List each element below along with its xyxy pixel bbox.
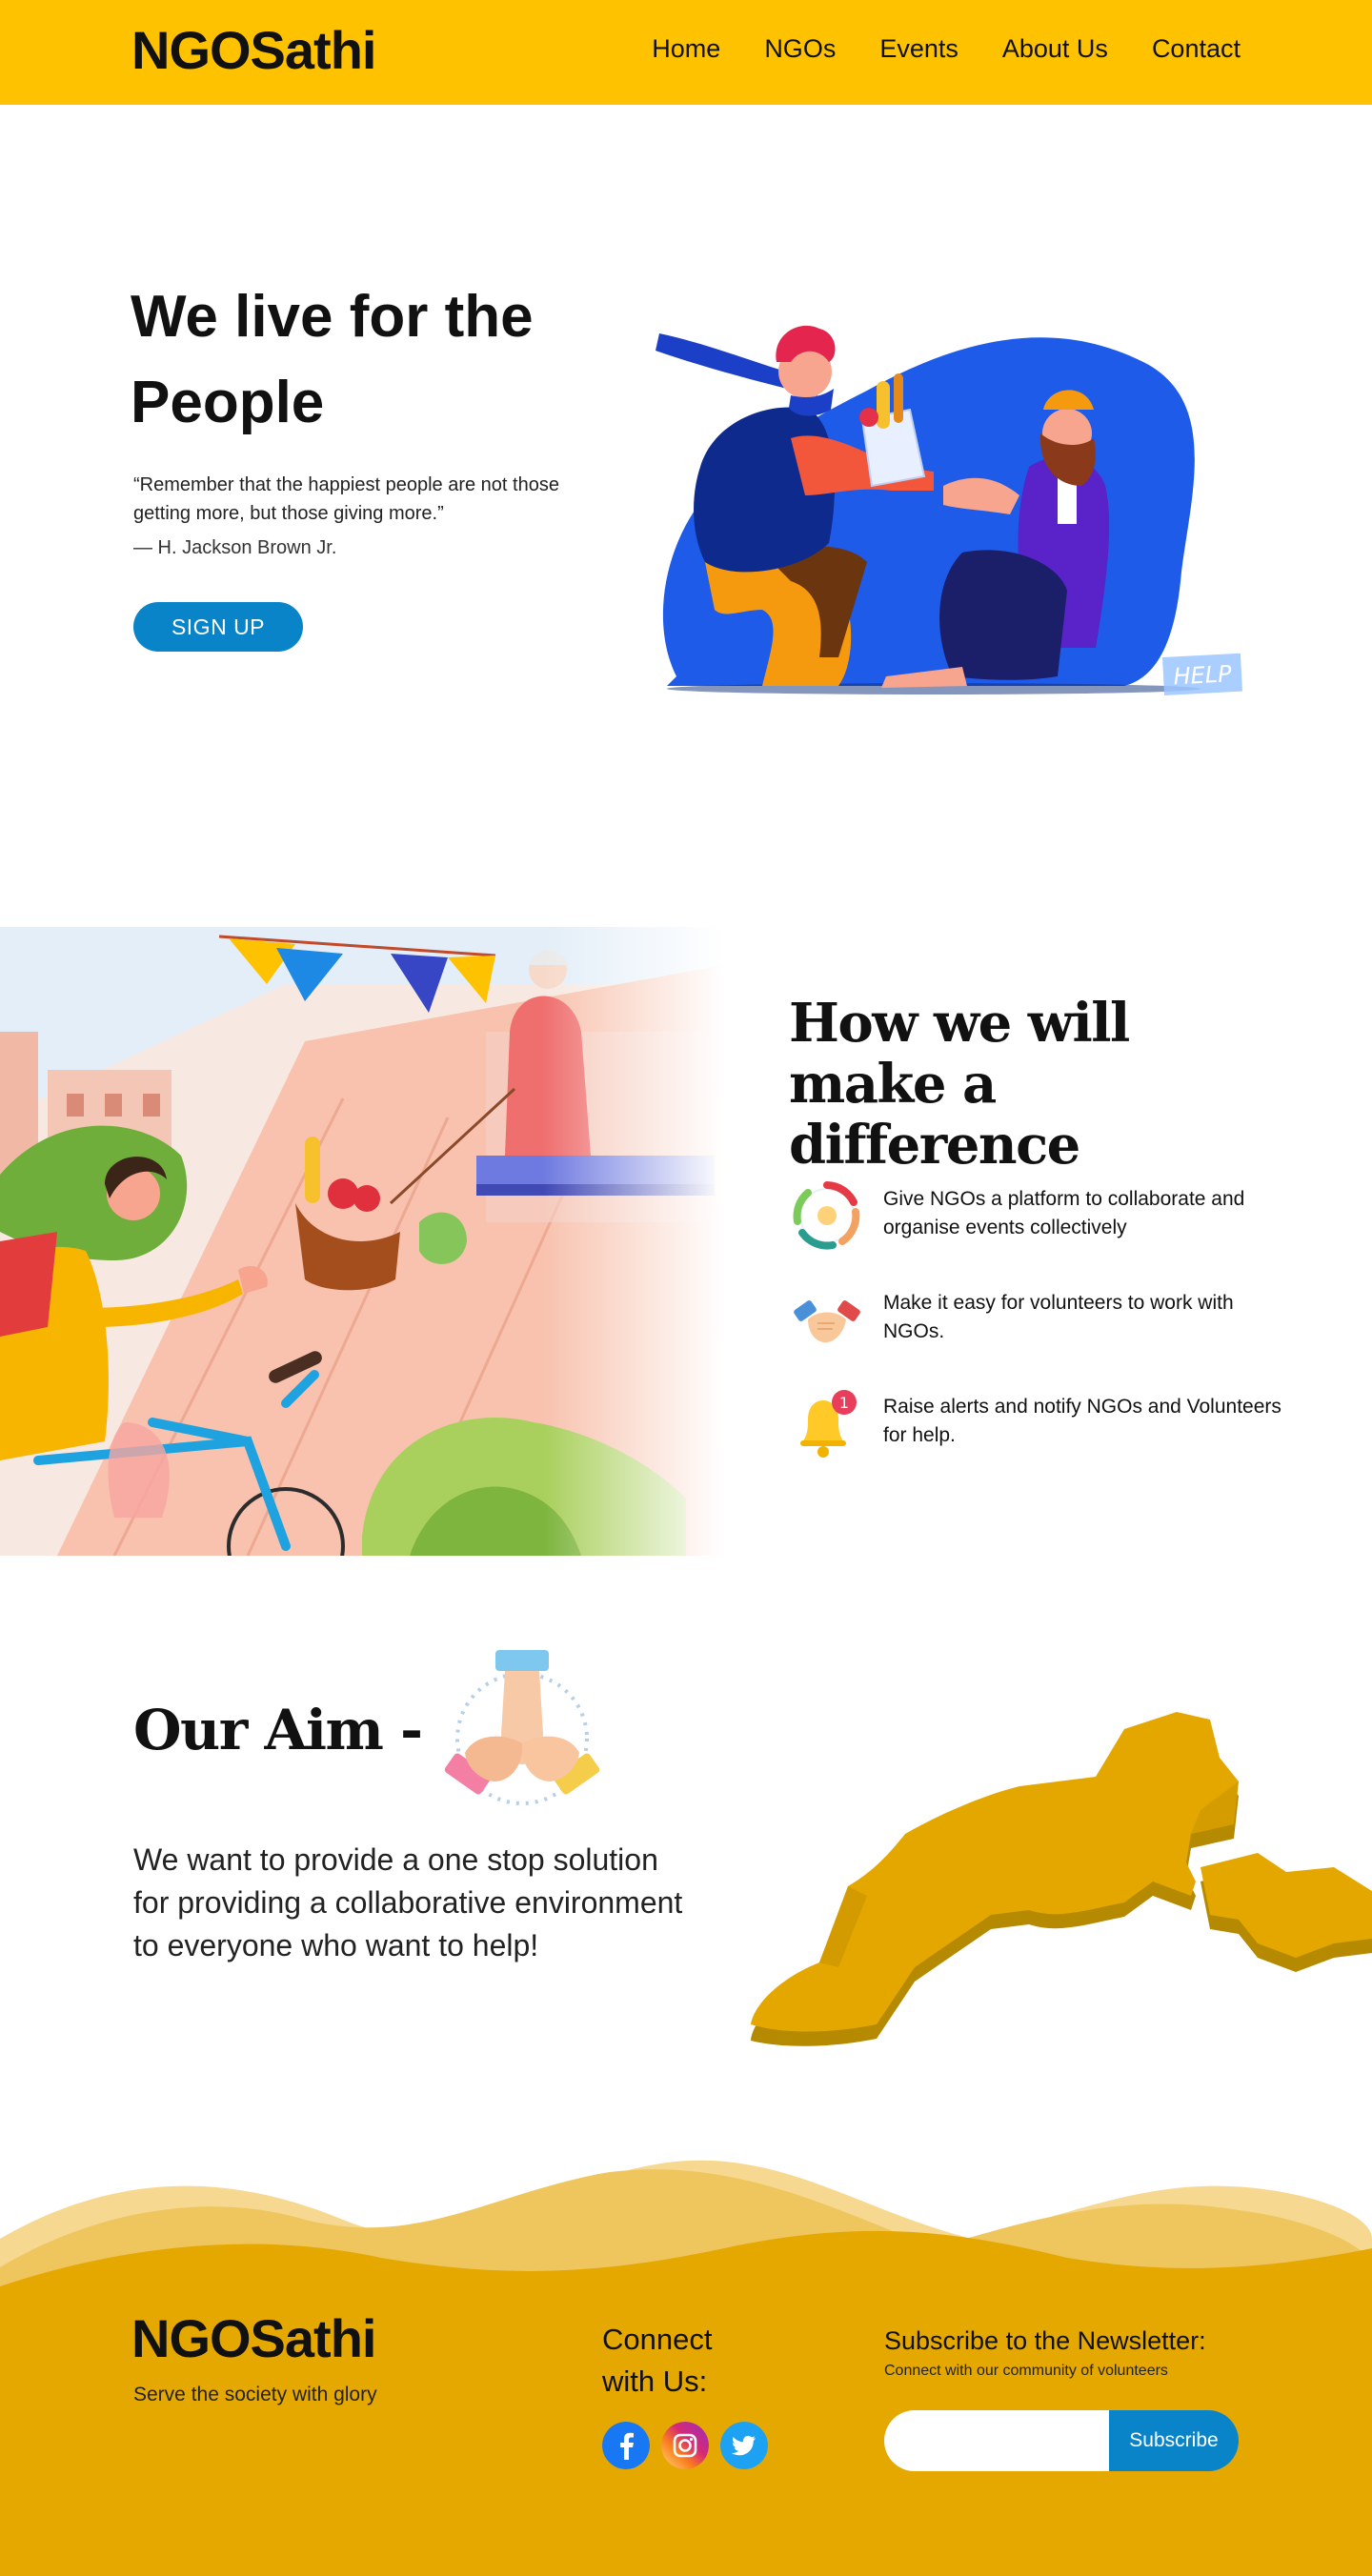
footer-brand-logo[interactable]: NGOSathi <box>131 2307 376 2369</box>
aim-title: Our Aim - <box>133 1698 423 1762</box>
feature-item: 1 Raise alerts and notify NGOs and Volun… <box>789 1385 1284 1489</box>
collaboration-circle-icon <box>793 1181 860 1250</box>
nav-link-events[interactable]: Events <box>879 34 958 64</box>
nav-links: Home NGOs Events About Us Contact <box>652 34 1241 64</box>
nav-link-about-us[interactable]: About Us <box>1002 34 1108 64</box>
hero-illustration: HELP <box>656 325 1242 695</box>
instagram-icon[interactable] <box>661 2422 709 2469</box>
hero-title: We live for the People <box>131 284 534 435</box>
sign-up-button[interactable]: SIGN UP <box>133 602 303 652</box>
newsletter-title: Subscribe to the Newsletter: <box>884 2326 1206 2355</box>
community-illustration <box>0 927 724 1556</box>
facebook-icon[interactable] <box>602 2422 650 2469</box>
aim-description: We want to provide a one stop solution f… <box>133 1842 683 1962</box>
nav-link-contact[interactable]: Contact <box>1152 34 1241 64</box>
connect-title: Connect with Us: <box>602 2323 713 2398</box>
feature-text: Make it easy for volunteers to work with… <box>883 1292 1234 1342</box>
brand-logo[interactable]: NGOSathi <box>131 19 376 81</box>
hero-quote: “Remember that the happiest people are n… <box>133 474 559 524</box>
social-links <box>602 2422 768 2469</box>
nav-link-ngos[interactable]: NGOs <box>764 34 836 64</box>
feature-text: Raise alerts and notify NGOs and Volunte… <box>883 1396 1281 1446</box>
feature-text: Give NGOs a platform to collaborate and … <box>883 1188 1245 1238</box>
feature-item: Give NGOs a platform to collaborate and … <box>789 1177 1284 1281</box>
nav-link-home[interactable]: Home <box>652 34 720 64</box>
footer-tagline: Serve the society with glory <box>133 2384 377 2405</box>
newsletter-subtitle: Connect with our community of volunteers <box>884 2363 1168 2379</box>
feature-list: Give NGOs a platform to collaborate and … <box>789 1177 1284 1489</box>
india-map-illustration <box>751 1712 1372 2046</box>
notification-bell-icon: 1 <box>800 1390 857 1458</box>
difference-title: How we will make a difference <box>789 992 1130 1177</box>
newsletter-form: Subscribe <box>884 2410 1239 2471</box>
handshake-icon <box>794 1300 860 1343</box>
top-navbar: NGOSathi Home NGOs Events About Us Conta… <box>0 0 1372 105</box>
joined-hands-icon <box>444 1650 600 1805</box>
subscribe-button[interactable]: Subscribe <box>1109 2410 1239 2471</box>
notification-badge: 1 <box>839 1394 849 1412</box>
feature-item: Make it easy for volunteers to work with… <box>789 1281 1284 1385</box>
help-sign-text: HELP <box>1173 660 1233 690</box>
twitter-icon[interactable] <box>720 2422 768 2469</box>
hero-quote-author: — H. Jackson Brown Jr. <box>133 537 337 558</box>
